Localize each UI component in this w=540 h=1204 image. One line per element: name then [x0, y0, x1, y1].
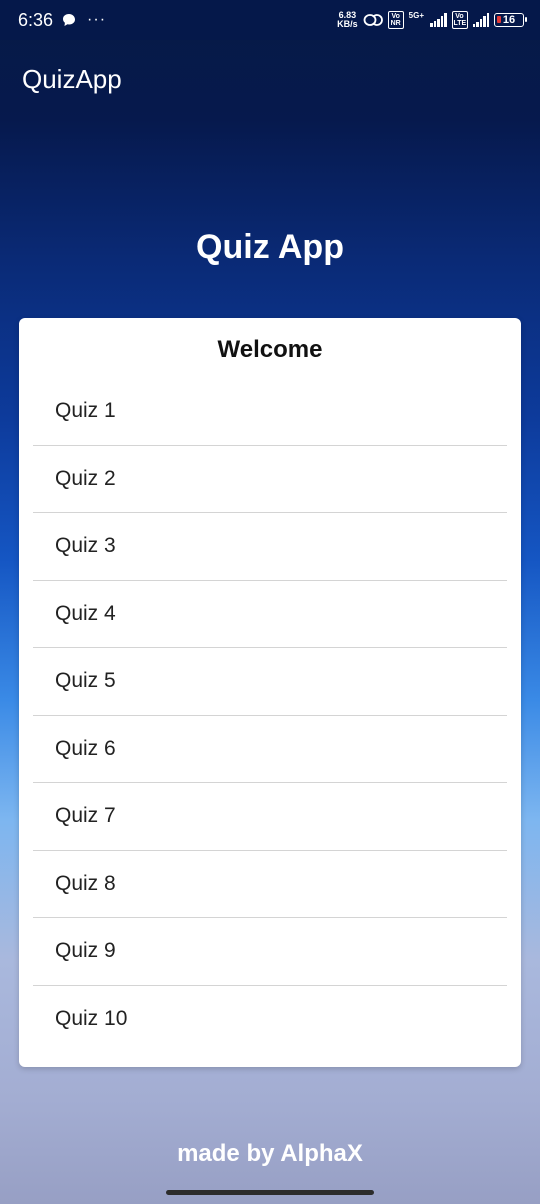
sim1-label: 5G+ [408, 11, 424, 20]
battery-fill [497, 16, 501, 23]
list-item-quiz-7[interactable]: Quiz 7 [33, 783, 507, 851]
link-icon [363, 14, 383, 26]
list-item-quiz-3[interactable]: Quiz 3 [33, 513, 507, 581]
quiz-card: Welcome Quiz 1 Quiz 2 Quiz 3 Quiz 4 Quiz… [19, 318, 521, 1067]
status-bar: 6:36 ··· 6.83 KB/s Vo NR 5G+ Vo LTE 16 [0, 0, 540, 40]
app-bar-title: QuizApp [22, 63, 122, 94]
battery-icon: 16 [494, 13, 527, 27]
signal-icon [430, 13, 447, 27]
signal-icon-2 [472, 13, 489, 27]
list-item-label: Quiz 10 [55, 1007, 128, 1031]
list-item-label: Quiz 6 [55, 736, 116, 760]
status-time: 6:36 [18, 9, 54, 30]
quiz-list: Quiz 1 Quiz 2 Quiz 3 Quiz 4 Quiz 5 Quiz … [33, 378, 507, 1053]
home-indicator[interactable] [166, 1190, 374, 1195]
list-item-quiz-4[interactable]: Quiz 4 [33, 581, 507, 648]
list-item-label: Quiz 5 [55, 669, 116, 693]
list-item-label: Quiz 8 [55, 871, 116, 895]
status-right: 6.83 KB/s Vo NR 5G+ Vo LTE 16 [337, 11, 527, 29]
list-item-label: Quiz 9 [55, 939, 116, 963]
network-speed: 6.83 KB/s [337, 11, 358, 29]
card-title: Welcome [217, 336, 323, 363]
list-item-quiz-6[interactable]: Quiz 6 [33, 716, 507, 783]
list-item-quiz-10[interactable]: Quiz 10 [33, 986, 507, 1054]
chat-icon [63, 14, 76, 26]
volte-lte-icon: Vo LTE [451, 11, 468, 29]
list-item-label: Quiz 3 [55, 534, 116, 558]
list-item-quiz-5[interactable]: Quiz 5 [33, 648, 507, 716]
list-item-label: Quiz 7 [55, 804, 116, 828]
volte-icon: Vo NR [387, 11, 404, 29]
list-item-label: Quiz 2 [55, 466, 116, 490]
list-item-quiz-9[interactable]: Quiz 9 [33, 918, 507, 986]
network-speed-unit: KB/s [337, 19, 358, 29]
more-dots-icon: ··· [87, 11, 107, 28]
list-item-quiz-8[interactable]: Quiz 8 [33, 851, 507, 918]
list-item-label: Quiz 1 [55, 399, 116, 423]
list-item-label: Quiz 4 [55, 601, 116, 625]
list-item-quiz-2[interactable]: Quiz 2 [33, 446, 507, 513]
list-item-quiz-1[interactable]: Quiz 1 [33, 378, 507, 446]
status-left: 6:36 ··· [18, 10, 106, 31]
app-bar: QuizApp [0, 40, 540, 118]
page-title: Quiz App [196, 228, 344, 266]
battery-level: 16 [502, 14, 516, 26]
footer-credit: made by AlphaX [177, 1140, 363, 1167]
